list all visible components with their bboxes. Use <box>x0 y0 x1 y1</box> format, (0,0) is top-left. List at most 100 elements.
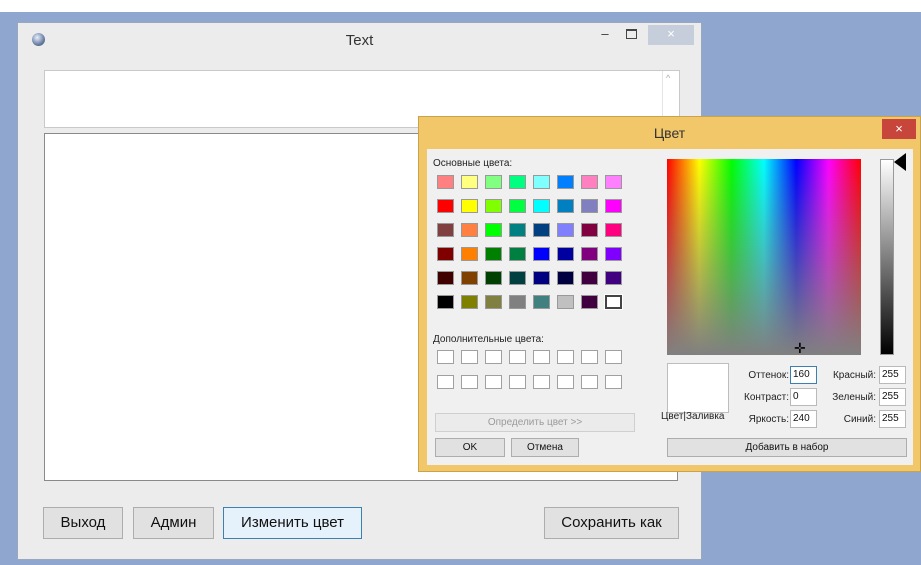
basic-color-swatch[interactable] <box>437 223 454 237</box>
basic-color-swatch[interactable] <box>557 199 574 213</box>
add-to-custom-colors-button[interactable]: Добавить в набор <box>667 438 907 457</box>
dialog-title: Цвет <box>653 125 686 141</box>
dialog-body: Основные цвета: Дополнительные цвета: Оп… <box>427 149 913 465</box>
basic-color-swatch[interactable] <box>461 295 478 309</box>
basic-color-swatch[interactable] <box>437 247 454 261</box>
custom-color-slot[interactable] <box>581 375 598 389</box>
basic-color-swatch[interactable] <box>605 175 622 189</box>
basic-color-swatch[interactable] <box>509 247 526 261</box>
cancel-button[interactable]: Отмена <box>511 438 579 457</box>
save-as-button[interactable]: Сохранить как <box>544 507 679 539</box>
custom-color-slot[interactable] <box>557 375 574 389</box>
basic-color-swatch[interactable] <box>605 271 622 285</box>
custom-color-slot[interactable] <box>557 350 574 364</box>
change-color-button[interactable]: Изменить цвет <box>223 507 362 539</box>
sat-field[interactable]: 0 <box>790 388 817 406</box>
basic-color-swatch[interactable] <box>533 175 550 189</box>
custom-color-slot[interactable] <box>533 375 550 389</box>
basic-color-swatch[interactable] <box>581 223 598 237</box>
custom-color-slot[interactable] <box>605 375 622 389</box>
basic-color-swatch[interactable] <box>461 247 478 261</box>
crosshair-icon: ✛ <box>794 340 806 356</box>
basic-color-swatch[interactable] <box>437 175 454 189</box>
minimize-button[interactable]: – <box>594 25 616 45</box>
basic-color-swatch[interactable] <box>604 294 623 310</box>
basic-color-swatch[interactable] <box>485 247 502 261</box>
hue-field[interactable]: 160 <box>790 366 817 384</box>
basic-color-swatch[interactable] <box>605 223 622 237</box>
basic-color-swatch[interactable] <box>557 175 574 189</box>
custom-color-slot[interactable] <box>437 350 454 364</box>
custom-color-slot[interactable] <box>461 375 478 389</box>
basic-color-swatch[interactable] <box>509 271 526 285</box>
basic-color-swatch[interactable] <box>461 175 478 189</box>
basic-color-swatch[interactable] <box>461 223 478 237</box>
custom-color-slot[interactable] <box>533 350 550 364</box>
sat-label: Контраст: <box>744 392 789 403</box>
basic-color-swatch[interactable] <box>509 223 526 237</box>
basic-color-swatch[interactable] <box>437 199 454 213</box>
dialog-close-button[interactable]: × <box>882 119 916 139</box>
ok-button[interactable]: OK <box>435 438 505 457</box>
color-spectrum[interactable] <box>667 159 861 355</box>
custom-color-slot[interactable] <box>509 350 526 364</box>
basic-color-swatch[interactable] <box>581 199 598 213</box>
green-field[interactable]: 255 <box>879 388 906 406</box>
admin-button[interactable]: Админ <box>133 507 214 539</box>
basic-color-swatch[interactable] <box>437 295 454 309</box>
basic-color-swatch[interactable] <box>533 295 550 309</box>
basic-color-swatch[interactable] <box>485 295 502 309</box>
custom-colors-label: Дополнительные цвета: <box>433 334 544 345</box>
basic-color-swatch[interactable] <box>605 199 622 213</box>
luminance-arrow-icon[interactable] <box>894 153 906 171</box>
basic-color-swatch[interactable] <box>557 247 574 261</box>
basic-color-swatch[interactable] <box>533 247 550 261</box>
exit-button[interactable]: Выход <box>43 507 123 539</box>
basic-color-swatch[interactable] <box>533 271 550 285</box>
lum-label: Яркость: <box>748 414 789 425</box>
color-dialog: Цвет × Основные цвета: Дополнительные цв… <box>418 116 921 472</box>
define-custom-color-button[interactable]: Определить цвет >> <box>435 413 635 432</box>
basic-color-swatch[interactable] <box>485 271 502 285</box>
basic-color-swatch[interactable] <box>533 199 550 213</box>
red-field[interactable]: 255 <box>879 366 906 384</box>
basic-color-swatch[interactable] <box>581 247 598 261</box>
title-bar: Text – × <box>18 23 701 57</box>
basic-color-swatch[interactable] <box>509 295 526 309</box>
green-label: Зеленый: <box>832 392 876 403</box>
basic-color-swatch[interactable] <box>581 175 598 189</box>
basic-color-swatch[interactable] <box>485 199 502 213</box>
custom-color-slot[interactable] <box>485 375 502 389</box>
scroll-up-icon[interactable]: ^ <box>666 73 670 83</box>
close-button[interactable]: × <box>648 25 694 45</box>
custom-color-slot[interactable] <box>605 350 622 364</box>
basic-color-swatch[interactable] <box>485 175 502 189</box>
custom-color-slot[interactable] <box>485 350 502 364</box>
color-preview <box>667 363 729 413</box>
basic-color-swatch[interactable] <box>581 271 598 285</box>
basic-color-swatch[interactable] <box>509 199 526 213</box>
custom-color-slot[interactable] <box>437 375 454 389</box>
maximize-button[interactable] <box>620 25 642 45</box>
basic-color-swatch[interactable] <box>581 295 598 309</box>
basic-color-swatch[interactable] <box>437 271 454 285</box>
custom-color-slot[interactable] <box>581 350 598 364</box>
red-label: Красный: <box>832 370 876 381</box>
basic-color-swatch[interactable] <box>605 247 622 261</box>
preview-label: Цвет|Заливка <box>661 411 725 422</box>
basic-color-swatch[interactable] <box>557 271 574 285</box>
hue-label: Оттенок: <box>748 370 789 381</box>
basic-color-swatch[interactable] <box>461 199 478 213</box>
lum-field[interactable]: 240 <box>790 410 817 428</box>
basic-color-swatch[interactable] <box>461 271 478 285</box>
maximize-icon <box>625 29 637 39</box>
basic-color-swatch[interactable] <box>509 175 526 189</box>
blue-field[interactable]: 255 <box>879 410 906 428</box>
custom-color-slot[interactable] <box>509 375 526 389</box>
luminance-slider[interactable] <box>880 159 894 355</box>
basic-color-swatch[interactable] <box>533 223 550 237</box>
basic-color-swatch[interactable] <box>485 223 502 237</box>
custom-color-slot[interactable] <box>461 350 478 364</box>
basic-color-swatch[interactable] <box>557 223 574 237</box>
basic-color-swatch[interactable] <box>557 295 574 309</box>
